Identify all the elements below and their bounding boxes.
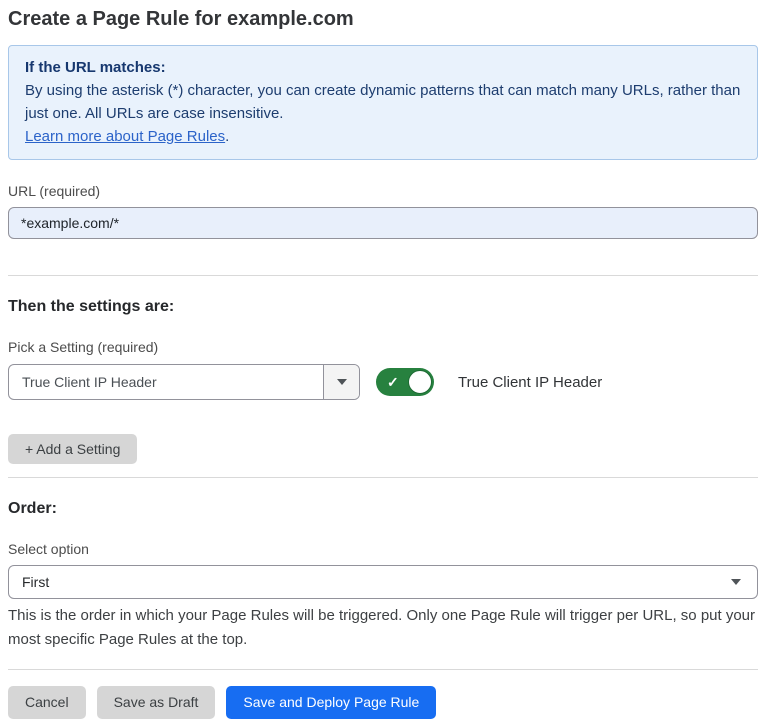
- link-suffix: .: [225, 128, 229, 145]
- save-and-deploy-button[interactable]: Save and Deploy Page Rule: [226, 686, 436, 719]
- info-box-heading: If the URL matches:: [25, 56, 741, 79]
- setting-picker-value: True Client IP Header: [9, 365, 323, 399]
- page-title: Create a Page Rule for example.com: [8, 6, 758, 32]
- url-input[interactable]: [8, 207, 758, 239]
- setting-toggle-label: True Client IP Header: [458, 374, 602, 391]
- setting-picker-dropdown[interactable]: True Client IP Header: [8, 364, 360, 400]
- setting-picker-arrow-button[interactable]: [323, 365, 359, 399]
- divider: [8, 477, 758, 478]
- add-setting-button[interactable]: + Add a Setting: [8, 434, 137, 464]
- url-field-label: URL (required): [8, 182, 758, 200]
- save-as-draft-button[interactable]: Save as Draft: [97, 686, 216, 719]
- chevron-down-icon: [337, 379, 347, 385]
- learn-more-link[interactable]: Learn more about Page Rules: [25, 128, 225, 145]
- info-box-link-line: Learn more about Page Rules.: [25, 125, 741, 148]
- url-match-info-box: If the URL matches: By using the asteris…: [8, 45, 758, 160]
- cancel-button[interactable]: Cancel: [8, 686, 86, 719]
- divider: [8, 669, 758, 670]
- order-select-label: Select option: [8, 540, 758, 558]
- order-help-text: This is the order in which your Page Rul…: [8, 604, 758, 652]
- footer-button-row: Cancel Save as Draft Save and Deploy Pag…: [8, 686, 758, 719]
- page-rule-form: Create a Page Rule for example.com If th…: [0, 0, 769, 719]
- order-select-value: First: [22, 574, 49, 590]
- setting-row: True Client IP Header ✓ True Client IP H…: [8, 364, 758, 400]
- info-box-body: By using the asterisk (*) character, you…: [25, 79, 741, 125]
- setting-toggle[interactable]: ✓: [376, 368, 434, 396]
- toggle-knob: [408, 370, 432, 394]
- settings-section-heading: Then the settings are:: [8, 297, 758, 317]
- setting-picker-label: Pick a Setting (required): [8, 338, 758, 356]
- order-section-heading: Order:: [8, 499, 758, 519]
- check-icon: ✓: [387, 375, 399, 389]
- order-select-dropdown[interactable]: First: [8, 565, 758, 599]
- divider: [8, 275, 758, 276]
- chevron-down-icon: [731, 579, 741, 585]
